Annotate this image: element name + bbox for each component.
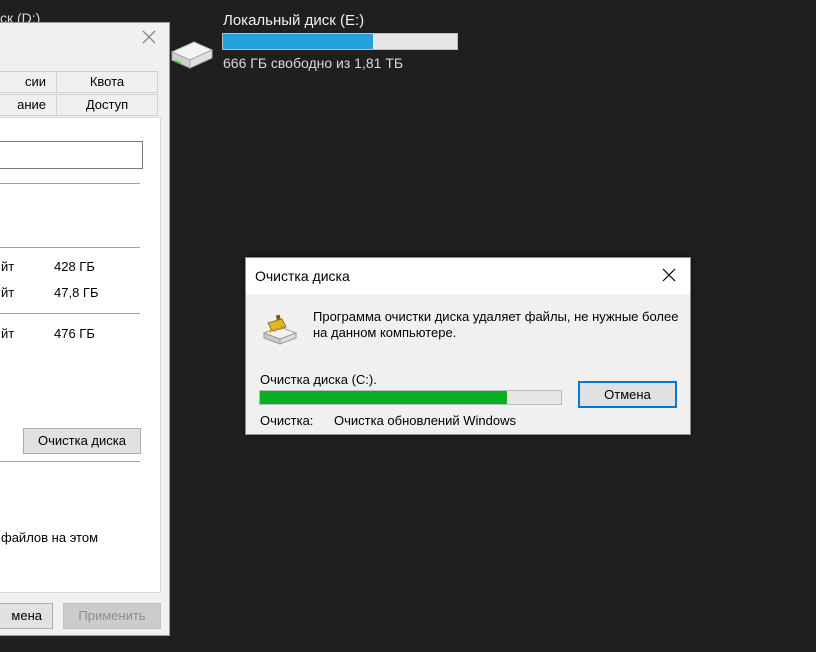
free-space-value: 47,8 ГБ [54, 285, 99, 300]
drive-properties-dialog: сии Квота ание Доступ йт 428 ГБ йт 47,8 … [0, 22, 170, 636]
cleanup-progress-fill [260, 391, 507, 404]
index-files-text: файлов на этом [1, 530, 99, 545]
cleanup-progress-bar [259, 390, 562, 405]
divider [0, 247, 140, 248]
drive-e-usage-bar [222, 33, 458, 50]
drive-e-free-space: 666 ГБ свободно из 1,81 ТБ [223, 55, 404, 71]
status-label: Очистка: [260, 413, 314, 428]
tab-versions[interactable]: сии [0, 71, 57, 93]
disk-cleanup-brush-icon [262, 314, 298, 345]
tab-quota[interactable]: Квота [56, 71, 158, 93]
tab-sharing[interactable]: ание [0, 94, 57, 116]
hard-drive-icon[interactable] [168, 40, 214, 70]
properties-general-panel [0, 117, 161, 593]
capacity-label: йт [1, 326, 15, 341]
divider [0, 461, 140, 462]
drive-e-usage-fill [223, 34, 373, 49]
capacity-value: 476 ГБ [54, 326, 95, 341]
drive-label: Очистка диска (C:). [260, 372, 377, 387]
used-space-label: йт [1, 259, 15, 274]
disk-cleanup-button[interactable]: Очистка диска [23, 428, 141, 454]
apply-button[interactable]: Применить [63, 603, 161, 629]
tab-access[interactable]: Доступ [56, 94, 158, 116]
divider [0, 183, 140, 184]
close-icon[interactable] [662, 268, 676, 282]
close-icon[interactable] [141, 29, 157, 45]
cancel-button[interactable]: Отмена [578, 381, 677, 408]
free-space-label: йт [1, 285, 15, 300]
status-value: Очистка обновлений Windows [334, 413, 516, 428]
dialog-description: Программа очистки диска удаляет файлы, н… [313, 309, 679, 340]
divider [0, 313, 140, 314]
cancel-button[interactable]: мена [0, 603, 53, 629]
disk-cleanup-dialog: Очистка диска Программа очистки диска уд… [245, 257, 691, 435]
dialog-title: Очистка диска [255, 268, 350, 284]
drive-name-input[interactable] [0, 141, 143, 169]
used-space-value: 428 ГБ [54, 259, 95, 274]
drive-e-name[interactable]: Локальный диск (E:) [223, 12, 364, 29]
